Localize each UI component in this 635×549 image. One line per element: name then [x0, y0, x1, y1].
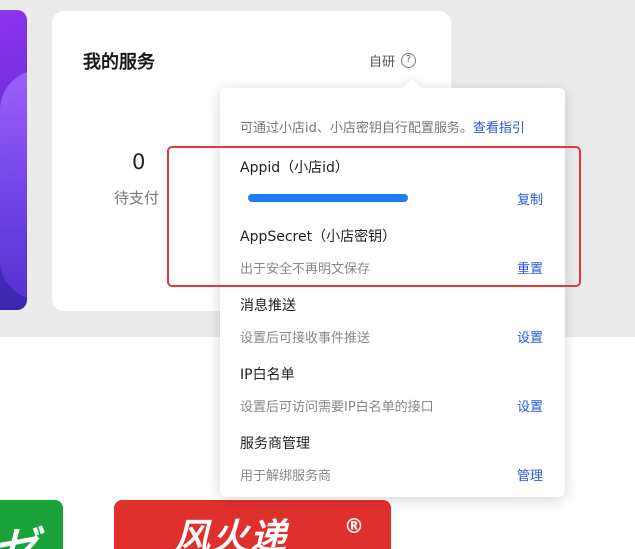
self-dev-toggle[interactable]: 自研 ? — [369, 51, 417, 70]
popover-hint: 可通过小店id、小店密钥自行配置服务。查看指引 — [240, 117, 525, 136]
app-tile-red[interactable]: 风火递 ® — [114, 500, 391, 549]
hint-text: 可通过小店id、小店密钥自行配置服务。 — [240, 121, 473, 136]
row-title: 消息推送 — [240, 298, 296, 314]
green-tile-logo: ゼ — [0, 512, 38, 549]
card-title: 我的服务 — [83, 52, 155, 73]
self-dev-label: 自研 — [369, 55, 396, 70]
row-desc: 用于解绑服务商 — [240, 469, 332, 484]
message-push-settings-button[interactable]: 设置 — [517, 327, 543, 346]
row-title: 服务商管理 — [240, 436, 310, 452]
service-row-message-push: 消息推送 设置后可接收事件推送 设置 — [240, 295, 545, 347]
provider-manage-button[interactable]: 管理 — [517, 465, 543, 484]
ip-whitelist-settings-button[interactable]: 设置 — [517, 396, 543, 415]
service-row-ip-whitelist: IP白名单 设置后可访问需要IP白名单的接口 设置 — [240, 364, 545, 416]
pending-payment-count[interactable]: 0 — [132, 150, 145, 174]
row-desc: 设置后可接收事件推送 — [240, 331, 371, 346]
registered-mark: ® — [344, 514, 364, 538]
banner-wave-graphic — [0, 70, 27, 300]
view-guide-link[interactable]: 查看指引 — [473, 121, 525, 136]
annotation-highlight-box — [167, 146, 581, 287]
row-title: IP白名单 — [240, 367, 295, 383]
promo-banner[interactable] — [0, 10, 27, 310]
app-tile-green[interactable]: ゼ — [0, 500, 63, 549]
service-row-provider-management: 服务商管理 用于解绑服务商 管理 — [240, 433, 545, 485]
row-desc: 设置后可访问需要IP白名单的接口 — [240, 400, 434, 415]
pending-payment-label: 待支付 — [114, 189, 160, 207]
red-tile-logo-text: 风火递 — [174, 516, 289, 549]
help-icon[interactable]: ? — [401, 53, 417, 68]
